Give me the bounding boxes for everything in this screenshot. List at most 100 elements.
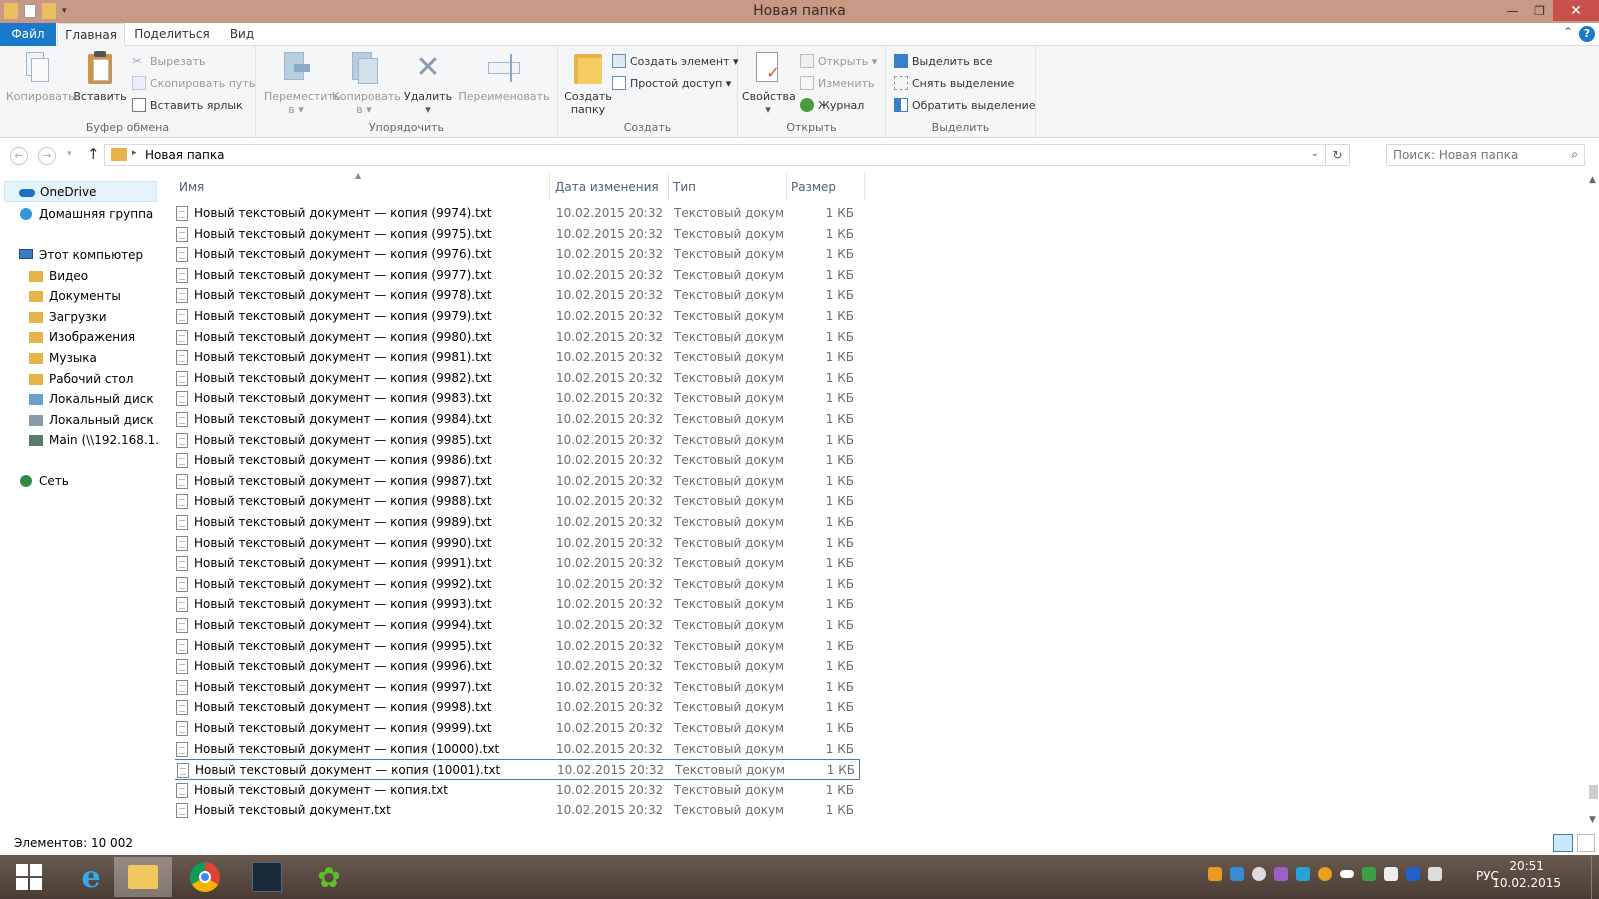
volume-icon[interactable] xyxy=(1428,867,1442,881)
table-row[interactable]: Новый текстовый документ — копия (9985).… xyxy=(175,430,860,451)
minimize-button[interactable]: — xyxy=(1499,0,1526,21)
search-icon[interactable]: ⌕ xyxy=(1571,147,1578,162)
table-row[interactable]: Новый текстовый документ — копия (9980).… xyxy=(175,327,860,348)
vertical-scrollbar[interactable]: ▲ ▼ xyxy=(1588,173,1599,831)
table-row[interactable]: Новый текстовый документ — копия (9977).… xyxy=(175,265,860,286)
table-row[interactable]: Новый текстовый документ — копия (9999).… xyxy=(175,718,860,739)
table-row[interactable]: Новый текстовый документ — копия (10000)… xyxy=(175,739,860,760)
table-row[interactable]: Новый текстовый документ — копия (9994).… xyxy=(175,615,860,636)
paste-shortcut-button[interactable]: Вставить ярлык xyxy=(132,96,243,114)
chevron-right-icon[interactable]: ▸ xyxy=(132,148,137,158)
nav-item-6[interactable]: Рабочий стол xyxy=(28,368,158,389)
nav-item-1[interactable]: Видео xyxy=(28,265,158,286)
move-to-button[interactable]: Переместить в ▾ xyxy=(264,50,340,116)
maximize-button[interactable]: ❐ xyxy=(1526,0,1553,21)
details-view-icon[interactable] xyxy=(1553,834,1573,852)
nav-item-this-pc[interactable]: Этот компьютер xyxy=(4,244,157,265)
forward-icon[interactable]: → xyxy=(38,147,56,165)
recent-locations-icon[interactable]: ▾ xyxy=(67,149,72,159)
edit-button[interactable]: Изменить xyxy=(800,74,874,92)
copy-button[interactable]: Копировать xyxy=(6,50,75,103)
up-icon[interactable]: ↑ xyxy=(87,145,100,163)
address-field[interactable]: ▸ Новая папка ⌄ ↻ xyxy=(104,144,1350,166)
nav-item-homegroup[interactable]: Домашняя группа xyxy=(4,203,157,224)
open-button[interactable]: Открыть ▾ xyxy=(800,52,877,70)
collapse-ribbon-icon[interactable]: ⌃ xyxy=(1563,25,1573,39)
nav-item-8[interactable]: Локальный диск (E: xyxy=(28,409,158,430)
flag-icon[interactable] xyxy=(1384,867,1398,881)
table-row[interactable]: Новый текстовый документ — копия (9987).… xyxy=(175,471,860,492)
clock[interactable]: 20:51 10.02.2015 xyxy=(1492,858,1561,892)
table-row[interactable]: Новый текстовый документ — копия (9993).… xyxy=(175,594,860,615)
scroll-up-icon[interactable]: ▲ xyxy=(1589,175,1596,185)
table-row[interactable]: Новый текстовый документ — копия (9986).… xyxy=(175,450,860,471)
scroll-down-icon[interactable]: ▼ xyxy=(1589,815,1596,825)
taskbar-ie[interactable]: e xyxy=(62,857,120,897)
select-none-button[interactable]: Снять выделение xyxy=(894,74,1014,92)
table-row[interactable]: Новый текстовый документ — копия (9984).… xyxy=(175,409,860,430)
tab-file[interactable]: Файл xyxy=(0,23,56,46)
new-item-button[interactable]: Создать элемент ▾ xyxy=(612,52,739,70)
taskbar-icq[interactable]: ✿ xyxy=(300,857,358,897)
easy-access-button[interactable]: Простой доступ ▾ xyxy=(612,74,731,92)
nav-item-onedrive[interactable]: OneDrive xyxy=(4,181,157,202)
invert-selection-button[interactable]: Обратить выделение xyxy=(894,96,1036,114)
tab-view[interactable]: Вид xyxy=(218,23,266,46)
cut-button[interactable]: ✂ Вырезать xyxy=(132,52,205,70)
refresh-icon[interactable]: ↻ xyxy=(1325,145,1349,165)
table-row[interactable]: Новый текстовый документ — копия (9989).… xyxy=(175,512,860,533)
column-header-date[interactable]: Дата изменения xyxy=(551,173,669,201)
column-header-type[interactable]: Тип xyxy=(669,173,787,201)
start-button[interactable] xyxy=(0,857,58,897)
table-row[interactable]: Новый текстовый документ — копия (9981).… xyxy=(175,347,860,368)
nav-item-5[interactable]: Музыка xyxy=(28,347,158,368)
help-icon[interactable]: ? xyxy=(1579,26,1595,42)
table-row[interactable]: Новый текстовый документ — копия (9979).… xyxy=(175,306,860,327)
table-row[interactable]: Новый текстовый документ — копия (10001)… xyxy=(175,759,860,781)
select-all-button[interactable]: Выделить все xyxy=(894,52,992,70)
table-row[interactable]: Новый текстовый документ — копия (9974).… xyxy=(175,203,860,224)
address-dropdown-icon[interactable]: ⌄ xyxy=(1311,148,1319,159)
new-folder-button[interactable]: Создать папку xyxy=(562,50,614,116)
nav-item-2[interactable]: Документы xyxy=(28,286,158,307)
tray-icon-3[interactable] xyxy=(1252,867,1266,881)
nav-item-9[interactable]: Main (\\192.168.1.1) xyxy=(28,430,158,451)
tray-icon-6[interactable] xyxy=(1318,867,1332,881)
show-desktop-button[interactable] xyxy=(1591,855,1599,899)
table-row[interactable]: Новый текстовый документ — копия (9998).… xyxy=(175,697,860,718)
close-button[interactable]: ✕ xyxy=(1553,0,1599,21)
properties-button[interactable]: ✓ Свойства ▾ xyxy=(742,50,796,116)
table-row[interactable]: Новый текстовый документ — копия (9976).… xyxy=(175,244,860,265)
table-row[interactable]: Новый текстовый документ — копия (9983).… xyxy=(175,388,860,409)
copy-path-button[interactable]: Скопировать путь xyxy=(132,74,255,92)
copy-to-button[interactable]: Копировать в ▾ xyxy=(332,50,401,116)
table-row[interactable]: Новый текстовый документ — копия (9996).… xyxy=(175,656,860,677)
tray-icon-2[interactable] xyxy=(1230,867,1244,881)
nav-item-3[interactable]: Загрузки xyxy=(28,306,158,327)
tray-icon-5[interactable] xyxy=(1296,867,1310,881)
delete-button[interactable]: ✕ Удалить ▾ xyxy=(404,50,452,116)
onedrive-tray-icon[interactable] xyxy=(1340,870,1354,878)
search-input[interactable] xyxy=(1393,147,1563,163)
search-box[interactable]: ⌕ xyxy=(1386,144,1585,166)
large-icons-view-icon[interactable] xyxy=(1577,834,1595,852)
table-row[interactable]: Новый текстовый документ — копия (9975).… xyxy=(175,224,860,245)
tab-home[interactable]: Главная xyxy=(57,23,125,47)
nav-item-7[interactable]: Локальный диск (C xyxy=(28,389,158,410)
column-header-size[interactable]: Размер xyxy=(787,173,865,201)
taskbar-explorer[interactable] xyxy=(114,857,172,897)
column-header-name[interactable]: Имя xyxy=(175,173,550,201)
table-row[interactable]: Новый текстовый документ — копия (9990).… xyxy=(175,533,860,554)
table-row[interactable]: Новый текстовый документ — копия (9997).… xyxy=(175,677,860,698)
rename-button[interactable]: Переименовать xyxy=(456,50,552,103)
address-path[interactable]: Новая папка xyxy=(145,148,224,162)
table-row[interactable]: Новый текстовый документ — копия.txt 10.0… xyxy=(175,780,860,801)
bluetooth-icon[interactable] xyxy=(1406,867,1420,881)
tray-icon-1[interactable] xyxy=(1208,867,1222,881)
table-row[interactable]: Новый текстовый документ — копия (9992).… xyxy=(175,574,860,595)
nav-item-network[interactable]: Сеть xyxy=(4,470,157,491)
table-row[interactable]: Новый текстовый документ — копия (9982).… xyxy=(175,368,860,389)
back-icon[interactable]: ← xyxy=(10,147,28,165)
history-button[interactable]: Журнал xyxy=(800,96,864,114)
shield-icon[interactable] xyxy=(1362,867,1376,881)
